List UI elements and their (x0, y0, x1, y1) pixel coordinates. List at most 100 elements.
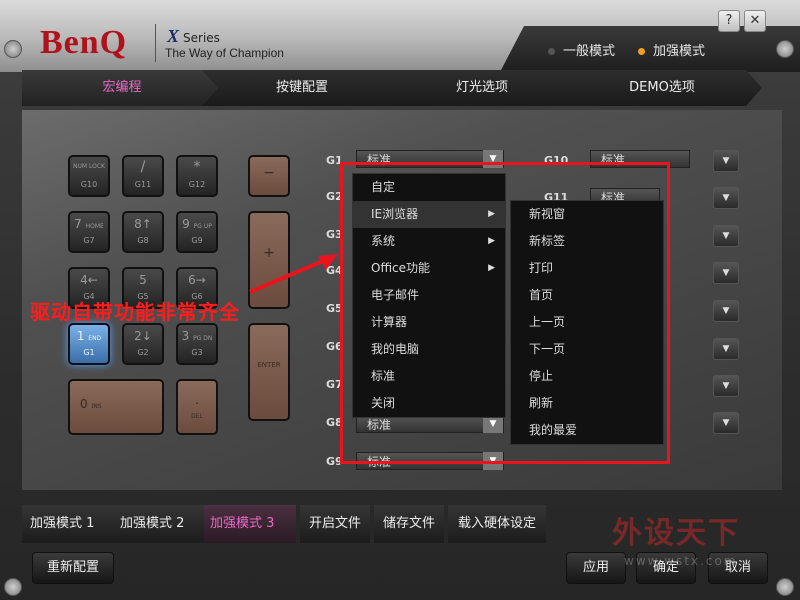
button-label: 重新配置 (46, 560, 99, 575)
key-g1[interactable]: 1 END G1 (68, 323, 110, 365)
profile-label: 加强模式 (120, 516, 173, 531)
key-legend: NUM LOCK (73, 163, 105, 170)
tab-macro[interactable]: 宏编程 (22, 70, 222, 106)
tab-label: 按键配置 (275, 80, 328, 95)
key-g-label: G8 (137, 236, 149, 245)
annotation-text: 驱动自带功能非常齐全 (30, 300, 240, 324)
key-legend: 1 END (76, 329, 102, 343)
right-dropdown-button[interactable]: ▼ (713, 187, 739, 209)
profile-label: 加强模式 (30, 516, 83, 531)
reset-button[interactable]: 重新配置 (32, 552, 114, 584)
chevron-down-icon: ▼ (722, 344, 730, 354)
benq-logo: BenQ (40, 24, 128, 61)
profile-tab-2[interactable]: 加强模式 2 (112, 505, 208, 543)
button-label: 载入硬体设定 (457, 516, 536, 531)
key-g-label: G1 (83, 348, 95, 357)
mode-normal-indicator-icon (548, 48, 555, 55)
watermark: 外设天下 www.wstx.com (612, 508, 740, 568)
apply-button[interactable]: 应用 (566, 552, 626, 584)
right-dropdown-button[interactable]: ▼ (713, 338, 739, 360)
mode-normal[interactable]: 一般模式 (548, 40, 615, 59)
profile-tab-1[interactable]: 加强模式 1 (22, 505, 118, 543)
key-legend: 9 PG UP (182, 217, 212, 231)
key-g10[interactable]: NUM LOCK G10 (68, 155, 110, 197)
key-legend: . DEL (191, 393, 203, 420)
highlight-box (340, 162, 670, 464)
key-legend: 4← (80, 273, 98, 287)
main-tabs: 宏编程 按键配置 灯光选项 DEMO选项 (22, 70, 782, 110)
load-hardware-settings-button[interactable]: 载入硬体设定 (448, 505, 546, 543)
key-g-label: G3 (191, 348, 203, 357)
profile-number: 3 (266, 516, 275, 531)
right-dropdown-button[interactable]: ▼ (713, 300, 739, 322)
right-dropdown-button[interactable]: ▼ (713, 225, 739, 247)
key-g-label: G7 (83, 236, 95, 245)
header-bar: BenQ X Series The Way of Champion ? ✕ 一般模… (0, 0, 800, 72)
series-label: X Series (167, 26, 220, 47)
profile-label: 加强模式 (210, 516, 263, 531)
tab-label: 宏编程 (102, 80, 142, 95)
screw-icon (4, 40, 22, 58)
key-legend: 8↑ (134, 217, 152, 231)
screw-icon (776, 40, 794, 58)
key-g-label: G2 (137, 348, 149, 357)
chevron-down-icon: ▼ (722, 156, 730, 166)
tab-demo[interactable]: DEMO选项 (562, 70, 762, 106)
key-g7[interactable]: 7 HOME G7 (68, 211, 110, 253)
mode-enhanced-label: 加强模式 (653, 44, 706, 59)
key-enter[interactable]: ENTER (248, 323, 290, 421)
chevron-down-icon: ▼ (722, 193, 730, 203)
tab-label: DEMO选项 (629, 80, 695, 95)
annotation-arrow-icon (249, 254, 338, 294)
key-legend: 0 INS (80, 397, 102, 411)
key-legend: 7 HOME (74, 217, 104, 231)
key-legend: * (193, 159, 201, 175)
save-file-button[interactable]: 储存文件 (374, 505, 444, 543)
key-legend: 5 (139, 273, 147, 287)
close-button[interactable]: ✕ (744, 10, 766, 32)
help-button[interactable]: ? (718, 10, 740, 32)
right-dropdown-button[interactable]: ▼ (713, 412, 739, 434)
key-g11[interactable]: / G11 (122, 155, 164, 197)
chevron-down-icon: ▼ (722, 418, 730, 428)
key-g2[interactable]: 2↓ G2 (122, 323, 164, 365)
tab-label: 灯光选项 (455, 80, 508, 95)
key-dot[interactable]: . DEL (176, 379, 218, 435)
profile-number: 2 (176, 516, 185, 531)
button-label: 开启文件 (308, 516, 361, 531)
chevron-down-icon: ▼ (722, 381, 730, 391)
chevron-down-icon: ▼ (722, 231, 730, 241)
mode-normal-label: 一般模式 (563, 44, 616, 59)
tab-keys[interactable]: 按键配置 (202, 70, 402, 106)
chevron-down-icon: ▼ (722, 306, 730, 316)
key-legend: / (140, 159, 146, 175)
button-label: 储存文件 (382, 516, 435, 531)
watermark-text: 外设天下 (612, 516, 740, 551)
profile-tab-3[interactable]: 加强模式 3 (204, 505, 296, 543)
tab-lighting[interactable]: 灯光选项 (382, 70, 582, 106)
key-g-label: G10 (80, 180, 98, 189)
right-dropdown-button[interactable]: ▼ (713, 262, 739, 284)
logo-divider (155, 24, 156, 62)
key-g12[interactable]: * G12 (176, 155, 218, 197)
screw-icon (4, 578, 22, 596)
key-g3[interactable]: 3 PG DN G3 (176, 323, 218, 365)
chevron-down-icon: ▼ (722, 268, 730, 278)
series-text: Series (183, 31, 220, 45)
button-label: 应用 (582, 560, 609, 575)
help-icon: ? (725, 13, 733, 28)
key-g-label: G11 (134, 180, 152, 189)
key-g8[interactable]: 8↑ G8 (122, 211, 164, 253)
key-g-label: G12 (188, 180, 206, 189)
right-dropdown-button[interactable]: ▼ (713, 375, 739, 397)
tagline: The Way of Champion (165, 46, 284, 60)
watermark-url: www.wstx.com (624, 554, 738, 568)
key-legend: − (263, 165, 275, 181)
key-minus[interactable]: − (248, 155, 290, 197)
profile-number: 1 (86, 516, 95, 531)
open-file-button[interactable]: 开启文件 (300, 505, 370, 543)
mode-enhanced[interactable]: 加强模式 (638, 40, 705, 59)
right-dropdown-button[interactable]: ▼ (713, 150, 739, 172)
key-legend: 3 PG DN (181, 329, 213, 343)
key-zero[interactable]: 0 INS (68, 379, 164, 435)
